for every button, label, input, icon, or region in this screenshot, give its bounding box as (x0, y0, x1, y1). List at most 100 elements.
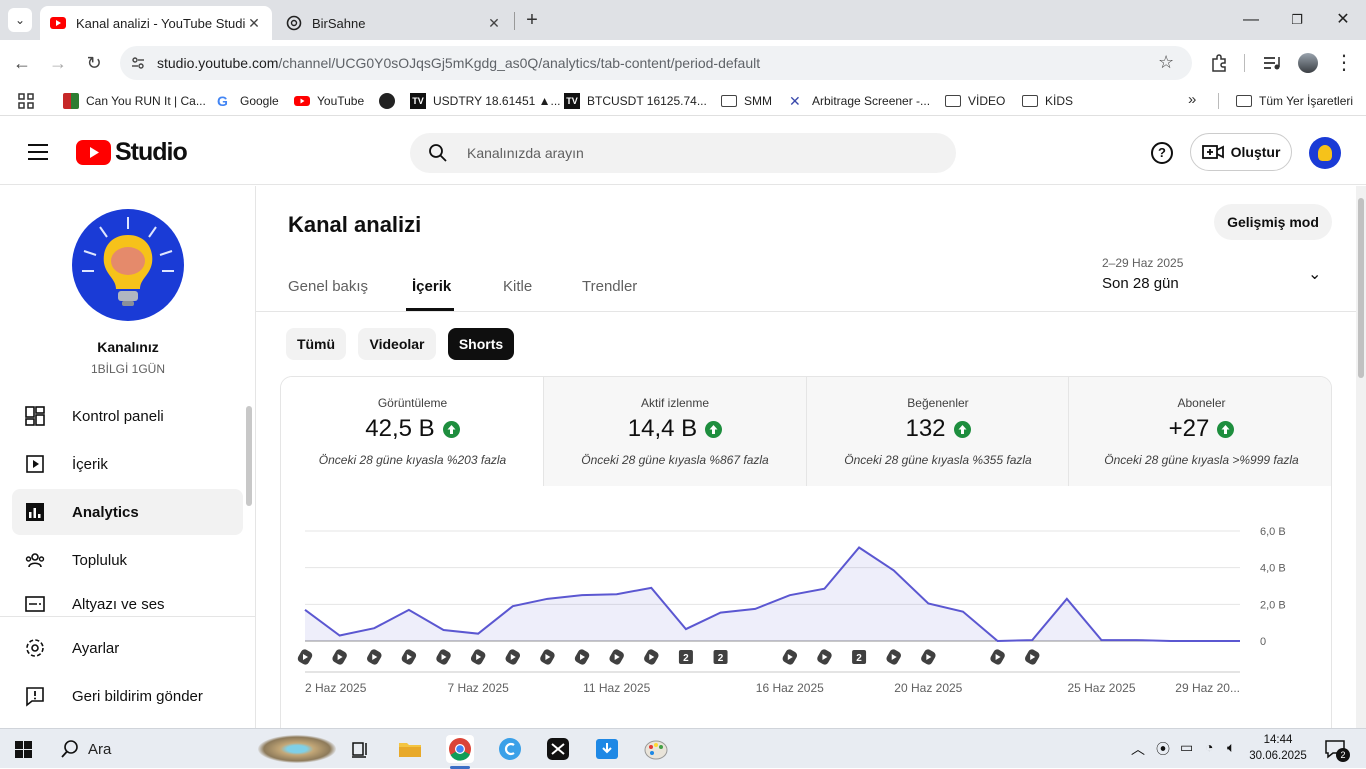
chrome-button[interactable] (446, 735, 474, 763)
sidebar-item-label: Kontrol paneli (72, 407, 164, 425)
bookmark-globe[interactable] (379, 91, 402, 111)
sidebar-item-content[interactable]: İçerik (12, 441, 243, 487)
metrics-panel: Görüntüleme 42,5 B Önceki 28 güne kıyasl… (280, 376, 1332, 728)
advanced-mode-button[interactable]: Gelişmiş mod (1214, 204, 1332, 240)
wifi-icon[interactable]: ◔ (1205, 739, 1213, 755)
profile-avatar[interactable] (1298, 53, 1318, 73)
channel-logo-icon (82, 217, 174, 306)
metric-card-subscribers[interactable]: Aboneler +27 Önceki 28 güne kıyasla >%99… (1068, 377, 1331, 486)
views-chart: 6,0 B 4,0 B 2,0 B 0 2 2 2 2 Haz 2025 7 Haz 2025 1… (297, 526, 1286, 695)
new-tab-button[interactable]: + (520, 8, 544, 32)
sidebar-item-feedback[interactable]: Geri bildirim gönder (12, 673, 243, 719)
notification-center-button[interactable]: 2 (1324, 738, 1350, 762)
search-input[interactable]: Kanalınızda arayın (467, 145, 584, 161)
arrow-up-icon (1217, 420, 1235, 438)
capcut-button[interactable] (544, 735, 572, 763)
tab-trends[interactable]: Trendler (582, 278, 637, 295)
bookmark-canyourunit[interactable]: Can You RUN It | Ca... (63, 91, 206, 111)
bookmark-btcusdt[interactable]: TV BTCUSDT 16125.74... (564, 91, 707, 111)
create-button[interactable]: Oluştur (1190, 133, 1292, 171)
chip-videos[interactable]: Videolar (358, 328, 436, 360)
bookmark-youtube[interactable]: YouTube (294, 91, 364, 111)
back-button[interactable]: ← (10, 51, 34, 75)
sidebar-scrollbar[interactable] (246, 406, 252, 506)
paint-button[interactable] (642, 735, 670, 763)
minimize-button[interactable]: — (1238, 8, 1264, 32)
apps-grid-icon[interactable] (18, 93, 34, 109)
task-view-icon (352, 742, 367, 758)
task-view-button[interactable] (346, 735, 374, 763)
kebab-menu-icon[interactable]: ⋮ (1334, 50, 1354, 75)
bookmark-folder-kids[interactable]: KİDS (1022, 91, 1073, 111)
meet-now-icon[interactable]: ⦿ (1156, 739, 1170, 759)
studio-logo[interactable]: Studio (76, 138, 188, 167)
bookmark-usdtry[interactable]: TV USDTRY 18.61451 ▲... (410, 91, 561, 111)
downloader-button[interactable] (593, 735, 621, 763)
windows-start-icon[interactable] (15, 741, 32, 758)
date-range-picker[interactable]: 2–29 Haz 2025 Son 28 gün ⌄ (1102, 256, 1332, 298)
metric-value: 42,5 B (281, 415, 544, 443)
forward-button[interactable]: → (46, 51, 70, 75)
help-button[interactable]: ? (1151, 142, 1173, 164)
file-explorer-button[interactable] (396, 735, 424, 763)
media-control-icon[interactable] (1262, 54, 1282, 72)
extensions-icon[interactable] (1209, 53, 1229, 73)
restore-button[interactable]: ❐ (1284, 8, 1310, 32)
sidebar-item-analytics[interactable]: Analytics (12, 489, 243, 535)
tab-audience[interactable]: Kitle (503, 278, 532, 295)
sidebar-item-settings[interactable]: Ayarlar (12, 625, 243, 671)
bookmark-label: Google (240, 94, 279, 108)
site-info-icon[interactable] (130, 55, 146, 71)
chevron-up-icon[interactable]: ︿ (1131, 739, 1145, 759)
close-icon[interactable]: ✕ (246, 15, 262, 31)
more-bookmarks-icon[interactable]: » (1188, 91, 1196, 108)
chevron-down-icon: ⌄ (1308, 266, 1322, 283)
sidebar-item-label: Topluluk (72, 551, 128, 569)
page-scrollbar-thumb[interactable] (1358, 198, 1364, 378)
bookmark-folder-video[interactable]: VİDEO (945, 91, 1005, 111)
system-clock[interactable]: 14:44 30.06.2025 (1248, 732, 1308, 764)
tab-overview[interactable]: Genel bakış (288, 278, 368, 295)
dashboard-icon (25, 406, 45, 426)
studio-logo-text: Studio (115, 138, 188, 166)
bookmark-label: KİDS (1045, 94, 1074, 108)
channel-avatar[interactable] (72, 209, 184, 321)
close-window-button[interactable]: ✕ (1330, 8, 1356, 32)
page-title: Kanal analizi (288, 212, 422, 237)
volume-icon[interactable]: 🔈︎ (1227, 739, 1235, 756)
browser-tab-birsahne[interactable]: BirSahne ✕ (276, 6, 512, 40)
tab-search-button[interactable]: ⌄ (8, 8, 32, 32)
close-icon[interactable]: ✕ (486, 15, 502, 31)
tabs-divider (256, 311, 1356, 312)
tradingview-icon: TV (564, 93, 580, 109)
reload-button[interactable]: ↻ (82, 51, 106, 75)
metric-card-likes[interactable]: Beğenenler 132 Önceki 28 güne kıyasla %3… (806, 377, 1069, 486)
sidebar-divider (0, 616, 256, 617)
chart-x-tick-label: 2 Haz 2025 (305, 681, 367, 695)
address-bar[interactable]: studio.youtube.com/channel/UCG0Y0sOJqsGj… (120, 46, 1192, 80)
tab-content[interactable]: İçerik (412, 278, 451, 295)
bookmark-label: Can You RUN It | Ca... (86, 94, 206, 108)
sidebar-item-dashboard[interactable]: Kontrol paneli (12, 393, 243, 439)
channel-search[interactable]: Kanalınızda arayın (410, 133, 956, 173)
browser-tab-youtube-studio[interactable]: Kanal analizi - YouTube Studio ✕ (40, 6, 272, 40)
metric-card-engaged-views[interactable]: Aktif izlenme 14,4 B Önceki 28 güne kıya… (543, 377, 806, 486)
clock-time: 14:44 (1263, 734, 1293, 746)
metric-label: Aboneler (1177, 396, 1226, 410)
account-avatar[interactable] (1309, 137, 1341, 169)
canva-button[interactable] (496, 735, 524, 763)
sidebar-item-community[interactable]: Topluluk (12, 537, 243, 583)
chip-shorts[interactable]: Shorts (448, 328, 514, 360)
arbitrage-favicon-icon: ✕ (789, 93, 801, 109)
bookmark-google[interactable]: G Google (217, 91, 279, 111)
bookmark-smm[interactable]: SMM (721, 91, 772, 111)
taskbar-search[interactable]: Ara (48, 729, 338, 769)
chip-all[interactable]: Tümü (286, 328, 346, 360)
bookmark-star-icon[interactable]: ☆ (1158, 52, 1174, 73)
sidebar-item-subtitles[interactable]: Altyazı ve ses (12, 585, 243, 615)
battery-icon[interactable]: ▭ (1180, 739, 1193, 756)
metric-card-views[interactable]: Görüntüleme 42,5 B Önceki 28 güne kıyasl… (281, 377, 544, 486)
hamburger-menu-icon[interactable] (27, 142, 49, 162)
all-bookmarks-folder[interactable]: Tüm Yer İşaretleri (1236, 91, 1353, 111)
bookmark-arbitrage[interactable]: ✕ Arbitrage Screener -... (789, 91, 930, 111)
